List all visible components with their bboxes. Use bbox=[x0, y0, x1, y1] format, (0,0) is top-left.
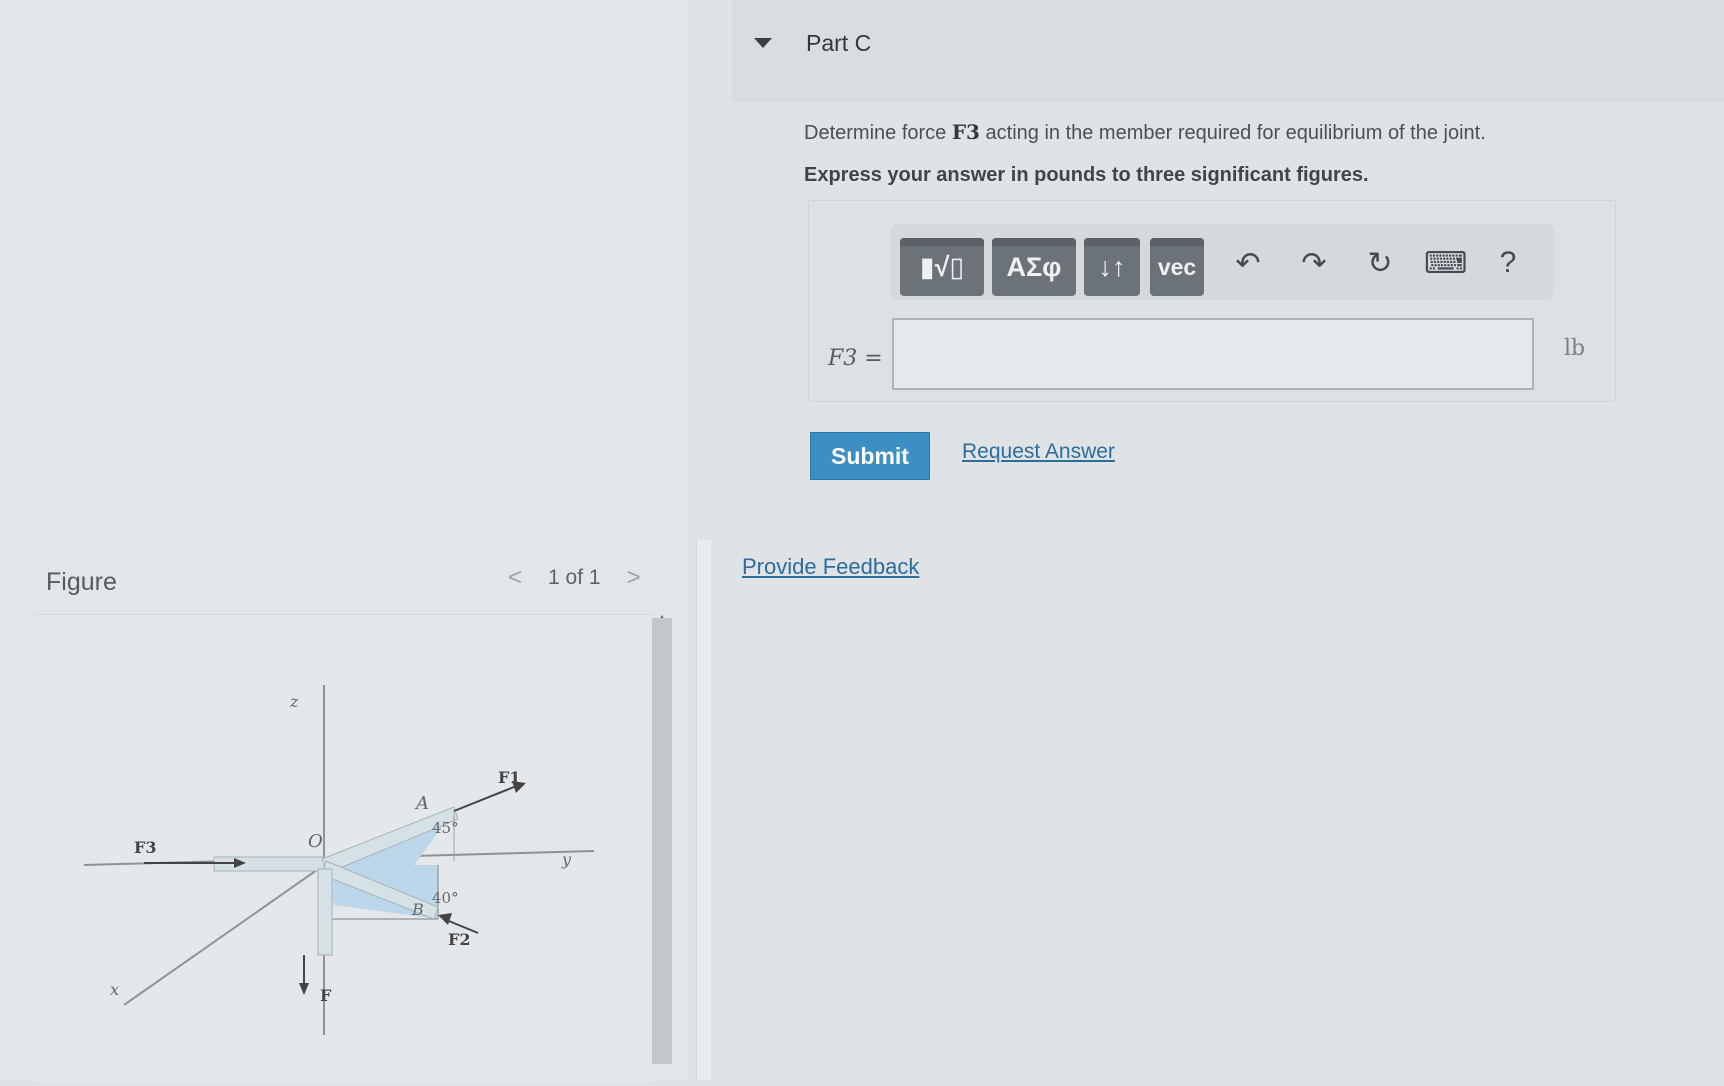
y-axis-label: y bbox=[561, 850, 572, 869]
member-vertical bbox=[317, 868, 333, 956]
sort-icon: ↓↑ bbox=[1098, 251, 1126, 282]
angle-b-label: 40° bbox=[432, 889, 459, 907]
provide-feedback-link[interactable]: Provide Feedback bbox=[742, 554, 919, 580]
force-f1-arrow bbox=[453, 786, 515, 812]
force-f2-label: F2 bbox=[448, 930, 471, 949]
point-a-label: A bbox=[414, 793, 429, 814]
answer-input[interactable] bbox=[892, 318, 1534, 390]
force-f2-arrowhead bbox=[438, 913, 452, 925]
figure-image: z y x O A B F1 F2 F3 F 45° 40° bbox=[34, 614, 654, 1081]
figure-scrollbar[interactable] bbox=[652, 618, 672, 1064]
force-f1-label: F1 bbox=[498, 768, 521, 787]
sort-button[interactable]: ↓↑ bbox=[1084, 238, 1140, 296]
question-symbol: F3 bbox=[951, 120, 980, 144]
x-axis-line bbox=[123, 864, 325, 1006]
point-b-label: B bbox=[411, 900, 424, 919]
submit-button[interactable]: Submit bbox=[810, 432, 930, 480]
greek-symbols-button[interactable]: ΑΣφ bbox=[992, 238, 1076, 296]
undo-icon[interactable]: ↶ bbox=[1228, 246, 1268, 281]
answer-variable-label: F3 = bbox=[828, 346, 883, 371]
answer-unit: lb bbox=[1564, 336, 1586, 361]
z-axis-label: z bbox=[289, 692, 299, 711]
force-f-label: F bbox=[320, 986, 332, 1005]
vector-button[interactable]: vec bbox=[1150, 238, 1204, 296]
angle-a-label: 45° bbox=[432, 819, 459, 837]
math-toolbar: ▮√▯ ΑΣφ ↓↑ vec ↶ ↷ ↻ ⌨ ? bbox=[890, 224, 1554, 300]
templates-icon: ▮√▯ bbox=[919, 251, 965, 282]
figure-label: Figure bbox=[46, 568, 117, 596]
pane-divider[interactable] bbox=[696, 540, 711, 1080]
question-suffix: acting in the member required for equili… bbox=[979, 122, 1486, 144]
pager-prev-button[interactable]: < bbox=[508, 564, 522, 592]
help-icon[interactable]: ? bbox=[1488, 246, 1528, 280]
question-text: Determine force F3 acting in the member … bbox=[804, 120, 1486, 145]
greek-symbols-icon: ΑΣφ bbox=[1006, 251, 1062, 282]
x-axis-label: x bbox=[110, 980, 119, 999]
templates-button[interactable]: ▮√▯ bbox=[900, 238, 984, 296]
redo-icon[interactable]: ↷ bbox=[1294, 246, 1334, 281]
reset-icon[interactable]: ↻ bbox=[1360, 246, 1400, 281]
origin-label: O bbox=[308, 831, 323, 852]
figure-pager: < 1 of 1 > bbox=[508, 564, 641, 592]
answer-instruction: Express your answer in pounds to three s… bbox=[804, 164, 1369, 186]
force-f3-label: F3 bbox=[134, 838, 157, 857]
collapse-caret-icon[interactable] bbox=[754, 38, 772, 48]
request-answer-link[interactable]: Request Answer bbox=[962, 440, 1115, 464]
part-title: Part C bbox=[806, 30, 872, 56]
pager-count: 1 of 1 bbox=[548, 566, 601, 589]
vector-icon: vec bbox=[1157, 253, 1197, 280]
keyboard-icon[interactable]: ⌨ bbox=[1424, 246, 1467, 281]
force-f-arrowhead bbox=[299, 983, 309, 995]
part-header[interactable] bbox=[732, 0, 1724, 102]
question-prefix: Determine force bbox=[804, 122, 952, 144]
pager-next-button[interactable]: > bbox=[627, 564, 641, 592]
truss-joint-diagram: z y x O A B F1 F2 F3 F 45° 40° bbox=[83, 685, 595, 1035]
